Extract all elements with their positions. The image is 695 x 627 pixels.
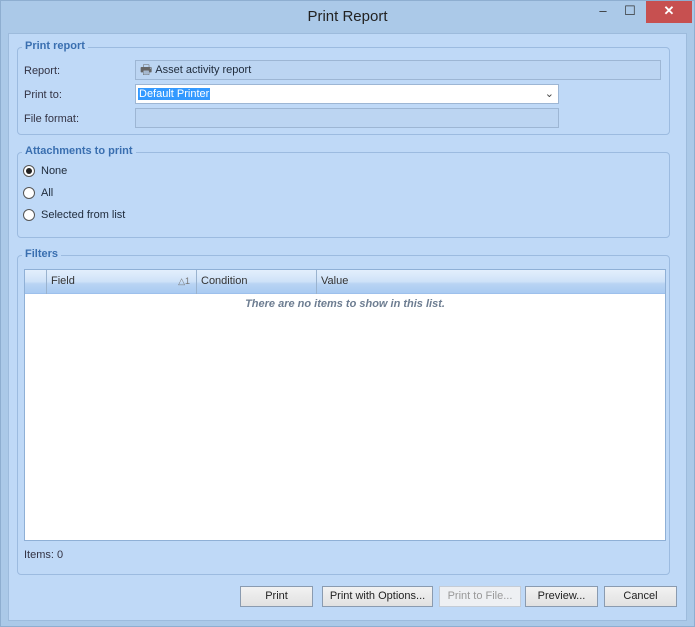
radio-icon[interactable] [23, 187, 35, 199]
items-count: Items: 0 [24, 549, 64, 561]
report-value: Asset activity report [155, 64, 252, 76]
radio-selected-from-list[interactable]: Selected from list [23, 209, 125, 221]
cancel-button[interactable]: Cancel [604, 586, 677, 607]
radio-label: Selected from list [41, 209, 126, 221]
print-button[interactable]: Print [240, 586, 313, 607]
file-format-label: File format: [24, 113, 80, 125]
column-header-condition[interactable]: Condition [197, 270, 317, 294]
column-header-value[interactable]: Value [317, 270, 665, 294]
group-legend: Print report [22, 40, 88, 52]
radio-none[interactable]: None [23, 165, 67, 177]
radio-selected-icon[interactable] [23, 165, 35, 177]
printer-icon: 🖶 [140, 62, 153, 77]
attachments-group: Attachments to print None All Selected f… [17, 145, 670, 238]
preview-button[interactable]: Preview... [525, 586, 598, 607]
radio-label: None [41, 165, 68, 177]
column-header-field[interactable]: Field △1 [47, 270, 197, 294]
sort-ascending-icon: △1 [178, 276, 190, 286]
empty-list-message: There are no items to show in this list. [245, 298, 445, 310]
radio-icon[interactable] [23, 209, 35, 221]
print-to-value: Default Printer [138, 88, 211, 100]
chevron-down-icon[interactable]: ⌄ [545, 85, 554, 103]
file-format-field [135, 108, 559, 128]
print-to-file-button: Print to File... [439, 586, 521, 607]
filters-list[interactable]: Field △1 Condition Value There are no ite… [24, 269, 666, 541]
column-label: Field [51, 275, 75, 287]
minimize-button[interactable]: ‒ [591, 1, 615, 23]
report-label: Report: [24, 65, 61, 77]
print-to-select[interactable]: Default Printer ⌄ [135, 84, 559, 104]
header-spacer [25, 270, 47, 294]
radio-label: All [41, 187, 54, 199]
radio-all[interactable]: All [23, 187, 53, 199]
maximize-button[interactable]: ☐ [618, 1, 642, 23]
group-legend: Filters [22, 248, 62, 260]
dialog-body: Print report Report: 🖶 Asset activity re… [8, 33, 687, 621]
filters-group: Filters Field △1 Condition Value There ar… [17, 248, 670, 575]
print-to-label: Print to: [24, 89, 62, 101]
print-with-options-button[interactable]: Print with Options... [322, 586, 433, 607]
group-legend: Attachments to print [22, 145, 136, 157]
report-field: 🖶 Asset activity report [135, 60, 661, 80]
print-report-window: Print Report ‒ ☐ ✕ Print report Report: … [0, 0, 695, 627]
list-header: Field △1 Condition Value [25, 270, 665, 294]
close-button[interactable]: ✕ [646, 1, 692, 23]
print-report-group: Print report Report: 🖶 Asset activity re… [17, 40, 670, 135]
